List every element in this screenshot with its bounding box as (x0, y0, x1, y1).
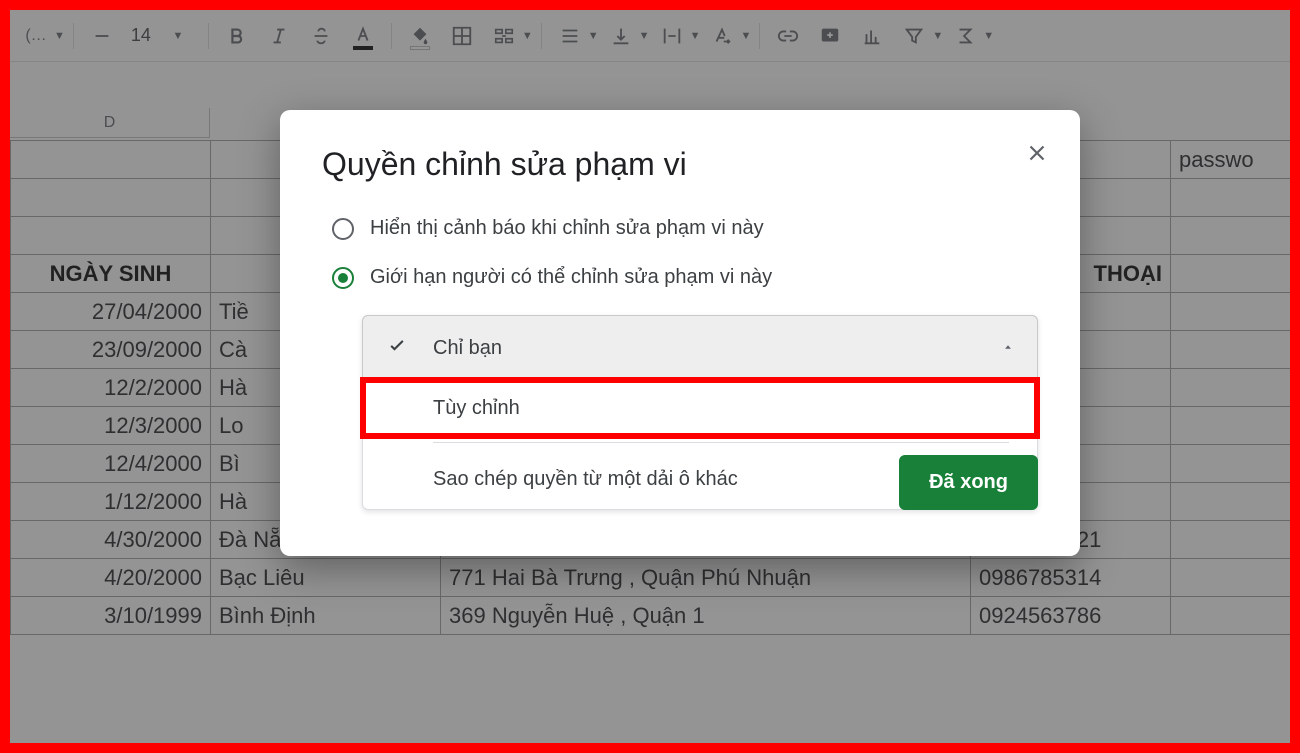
range-permissions-dialog: Quyền chỉnh sửa phạm vi Hiển thị cảnh bá… (280, 110, 1080, 556)
option-custom-label: Tùy chỉnh (433, 397, 520, 420)
radio-show-warning[interactable]: Hiển thị cảnh báo khi chỉnh sửa phạm vi … (332, 217, 1038, 240)
radio-unchecked-icon (332, 218, 354, 240)
radio-show-warning-label: Hiển thị cảnh báo khi chỉnh sửa phạm vi … (370, 217, 764, 240)
restrict-dropdown[interactable]: Chỉ bạn Tùy chỉnh Sao chép quyền từ một … (362, 315, 1038, 510)
caret-up-icon (1001, 340, 1015, 359)
option-only-you[interactable]: Chỉ bạn (363, 316, 1037, 380)
close-button[interactable] (1024, 140, 1050, 171)
option-copy-permissions[interactable]: Sao chép quyền từ một dải ô khác (363, 449, 1037, 509)
radio-restrict[interactable]: Giới hạn người có thể chỉnh sửa phạm vi … (332, 266, 1038, 289)
dialog-title: Quyền chỉnh sửa phạm vi (322, 146, 1038, 183)
option-custom[interactable]: Tùy chỉnh (363, 380, 1037, 436)
radio-restrict-label: Giới hạn người có thể chỉnh sửa phạm vi … (370, 266, 772, 289)
option-only-you-label: Chỉ bạn (433, 337, 502, 360)
radio-checked-icon (332, 267, 354, 289)
option-copy-label: Sao chép quyền từ một dải ô khác (433, 468, 738, 491)
check-icon (387, 335, 407, 361)
